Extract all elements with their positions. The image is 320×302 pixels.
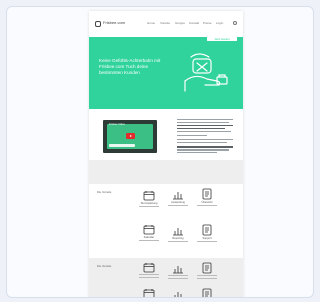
feature-title: Übersicht — [201, 201, 213, 204]
spacer-section — [89, 160, 243, 184]
feature-item — [136, 288, 162, 297]
section-label: Die Vorteile — [97, 264, 112, 268]
search-icon[interactable] — [233, 21, 237, 25]
document-icon — [202, 224, 212, 236]
feature-title: Reporting — [172, 237, 184, 240]
nav-item[interactable]: Kontakt — [189, 21, 199, 25]
chart-icon — [173, 228, 183, 236]
nav-item[interactable]: Home — [147, 21, 155, 25]
video-title: Frisbee Video — [109, 123, 125, 126]
chart-icon — [174, 292, 182, 297]
feature-item — [136, 262, 162, 278]
video-player[interactable]: Frisbee Video — [103, 120, 157, 153]
feature-item: Auswertung — [165, 188, 191, 207]
video-caption-bar — [109, 144, 135, 147]
brand-name: Frisbee.com — [103, 20, 126, 25]
hero-section: Jetzt starten Keine Gefühls-Achterbahn m… — [89, 37, 243, 109]
website-thumbnail[interactable]: Frisbee.com Home Vorteile Gruppe Kontakt… — [89, 11, 243, 297]
feature-item: Termin­planung — [136, 190, 162, 208]
feature-item — [194, 288, 220, 297]
chart-icon — [173, 266, 183, 274]
nav-item[interactable]: Login — [216, 21, 223, 25]
preview-card: Frisbee.com Home Vorteile Gruppe Kontakt… — [6, 6, 314, 298]
intro-text-block — [177, 119, 233, 155]
feature-item — [194, 262, 220, 279]
feature-item: Kalender — [136, 224, 162, 242]
hero-title: Keine Gefühls-Achterbahn mit Frisbee.com… — [99, 58, 161, 75]
play-button-icon[interactable] — [126, 133, 135, 139]
document-icon — [202, 188, 212, 200]
hand-money-illustration-icon — [184, 53, 228, 92]
feature-item — [165, 288, 191, 297]
logo-icon — [95, 21, 101, 27]
features-section-2: Die Vorteile — [89, 258, 243, 297]
document-icon — [202, 262, 212, 274]
site-navbar: Frisbee.com Home Vorteile Gruppe Kontakt… — [89, 11, 243, 37]
nav-item[interactable]: Vorteile — [160, 21, 170, 25]
calendar-icon — [143, 289, 155, 297]
calendar-icon — [143, 225, 155, 235]
feature-title: Support — [202, 237, 212, 240]
hero-cta-button[interactable]: Jetzt starten — [207, 37, 237, 41]
feature-item — [165, 262, 191, 279]
section-label: Die Vorteile — [97, 190, 112, 194]
calendar-icon — [143, 263, 155, 273]
feature-item: Reporting — [165, 224, 191, 243]
features-section: Die Vorteile Termin­planung Auswertung Ü… — [89, 184, 243, 258]
nav-item[interactable]: Preise — [203, 21, 212, 25]
feature-title: Auswertung — [171, 201, 185, 204]
document-icon — [202, 288, 212, 297]
feature-title: Kalender — [143, 236, 155, 239]
feature-title: Termin­planung — [140, 202, 158, 205]
feature-item: Übersicht — [194, 188, 220, 207]
calendar-icon — [143, 191, 155, 201]
chart-icon — [173, 192, 183, 200]
feature-item: Support — [194, 224, 220, 243]
nav-item[interactable]: Gruppe — [175, 21, 185, 25]
